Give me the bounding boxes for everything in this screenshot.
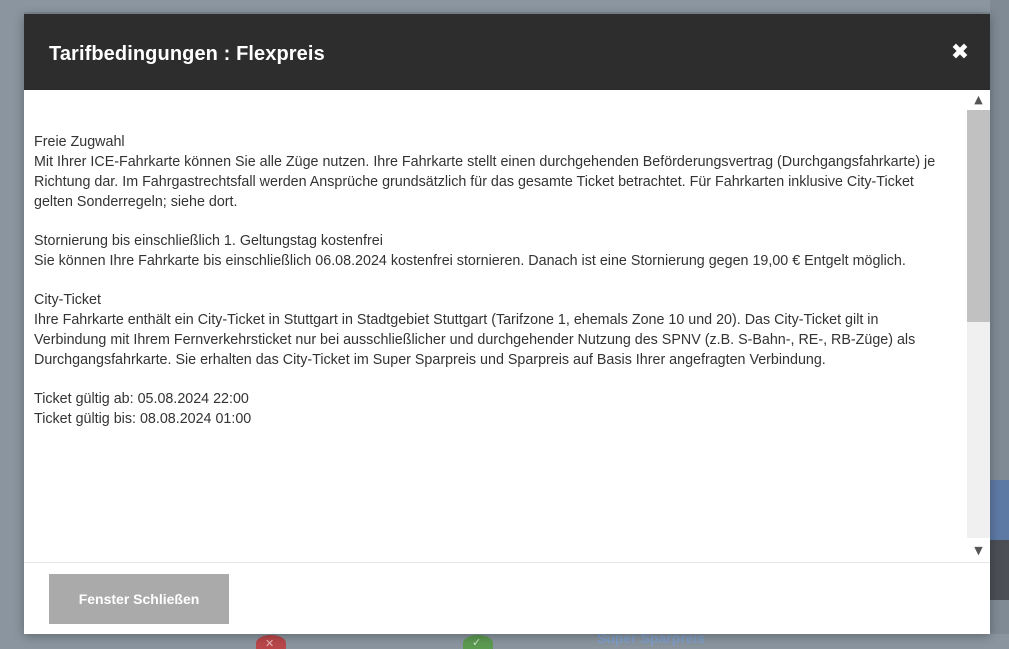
modal-header: Tarifbedingungen : Flexpreis ✖ xyxy=(24,14,990,90)
scroll-down-arrow-icon[interactable]: ▼ xyxy=(972,544,985,557)
section-text: Mit Ihrer ICE-Fahrkarte können Sie alle … xyxy=(34,154,936,210)
modal-scrollbar[interactable]: ▲ ▼ xyxy=(967,90,990,562)
section-validity: Ticket gültig ab: 05.08.2024 22:00 Ticke… xyxy=(34,389,939,429)
valid-from: Ticket gültig ab: 05.08.2024 22:00 xyxy=(34,391,249,407)
section-heading: Freie Zugwahl xyxy=(34,134,125,150)
section-cancellation: Stornierung bis einschließlich 1. Geltun… xyxy=(34,231,939,271)
section-free-train-choice: Freie Zugwahl Mit Ihrer ICE-Fahrkarte kö… xyxy=(34,132,939,212)
scroll-thumb[interactable] xyxy=(967,110,990,322)
scroll-up-arrow-icon[interactable]: ▲ xyxy=(972,93,985,106)
section-text: Ihre Fahrkarte enthält ein City-Ticket i… xyxy=(34,312,916,368)
modal-body[interactable]: Freie Zugwahl Mit Ihrer ICE-Fahrkarte kö… xyxy=(24,90,990,562)
valid-to: Ticket gültig bis: 08.08.2024 01:00 xyxy=(34,411,252,427)
background-header-strip xyxy=(0,0,1009,12)
section-heading: City-Ticket xyxy=(34,292,101,308)
background-check-icon xyxy=(463,635,493,649)
section-city-ticket: City-Ticket Ihre Fahrkarte enthält ein C… xyxy=(34,290,939,370)
background-left-panel xyxy=(0,0,24,649)
modal-title: Tarifbedingungen : Flexpreis xyxy=(49,43,325,65)
tariff-conditions-modal: Tarifbedingungen : Flexpreis ✖ Freie Zug… xyxy=(24,14,990,634)
section-text: Sie können Ihre Fahrkarte bis einschließ… xyxy=(34,253,906,269)
modal-footer: Fenster Schließen xyxy=(24,562,990,634)
tariff-text: Freie Zugwahl Mit Ihrer ICE-Fahrkarte kö… xyxy=(34,132,939,448)
background-cross-icon xyxy=(256,635,286,649)
background-dark-stripe xyxy=(990,540,1009,600)
section-heading: Stornierung bis einschließlich 1. Geltun… xyxy=(34,233,383,249)
background-bottom-strip xyxy=(0,634,1009,649)
close-window-button[interactable]: Fenster Schließen xyxy=(49,574,229,624)
close-icon[interactable]: ✖ xyxy=(949,42,971,64)
